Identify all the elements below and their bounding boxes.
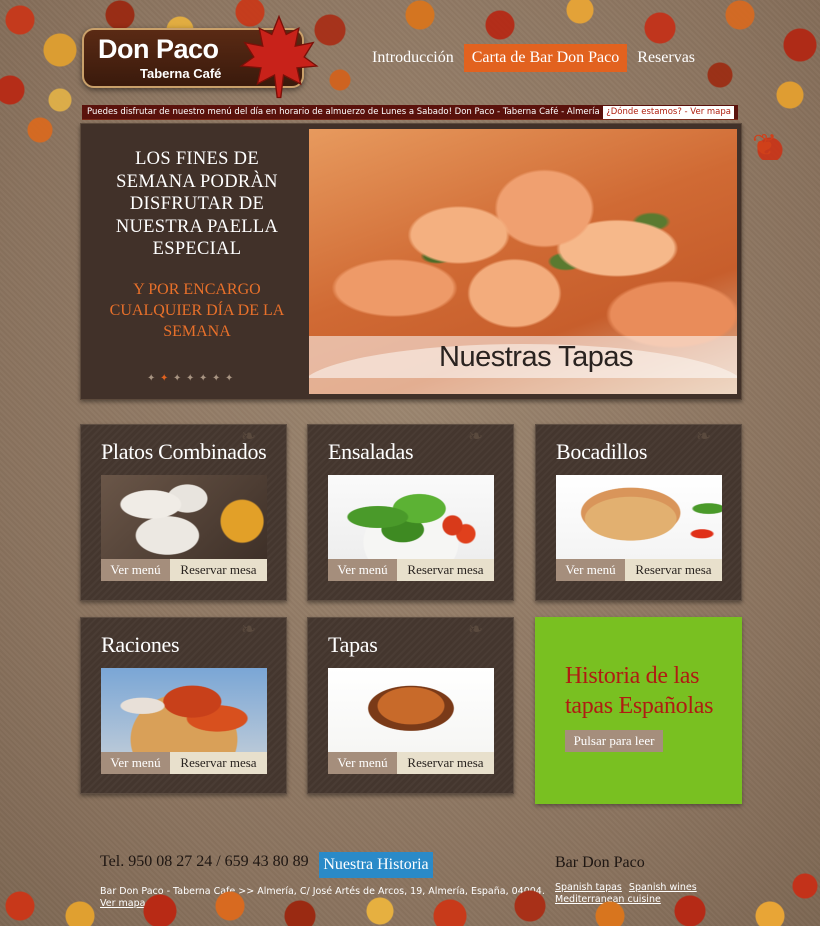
reservar-mesa-button[interactable]: Reservar mesa (170, 559, 267, 581)
hero-caption: Nuestras Tapas (309, 336, 737, 378)
address-text: Bar Don Paco - Taberna Cafe >> Almería, … (100, 886, 545, 897)
leaf-icon: ❧ (468, 426, 484, 446)
footer-brand: Bar Don Paco (555, 854, 645, 871)
slider-dot-active[interactable]: ✦ (160, 374, 170, 384)
card-ensaladas: ❧ Ensaladas Ver menú Reservar mesa (307, 424, 514, 601)
card-image[interactable] (101, 475, 267, 559)
card-image[interactable] (328, 475, 494, 559)
ver-menu-button[interactable]: Ver menú (328, 559, 397, 581)
footer-link-spanish-wines[interactable]: Spanish wines (629, 882, 697, 893)
slider-dot[interactable]: ✦ (225, 374, 235, 384)
ticker-text: Puedes disfrutar de nuestro menú del día… (87, 107, 600, 117)
pulsar-para-leer-button[interactable]: Pulsar para leer (565, 730, 663, 752)
phone-number: Tel. 950 08 27 24 / 659 43 80 89 (100, 853, 309, 870)
ver-menu-button[interactable]: Ver menú (101, 559, 170, 581)
slider-dots: ✦ ✦ ✦ ✦ ✦ ✦ ✦ (147, 374, 235, 384)
hero-headline: LOS FINES DE SEMANA PODRÀN DISFRUTAR DE … (115, 149, 279, 259)
slider-dot[interactable]: ✦ (199, 374, 209, 384)
reservar-mesa-button[interactable]: Reservar mesa (397, 559, 494, 581)
reservar-mesa-button[interactable]: Reservar mesa (625, 559, 722, 581)
nuestra-historia-button[interactable]: Nuestra Historia (319, 852, 433, 878)
logo-tagline: Taberna Café (140, 66, 222, 81)
footer-link-mediterranean-cuisine[interactable]: Mediterranean cuisine (555, 894, 661, 905)
card-title: Bocadillos (556, 439, 648, 464)
hero-photo-shrimp[interactable]: Nuestras Tapas (309, 129, 737, 394)
announcement-ticker: Puedes disfrutar de nuestro menú del día… (82, 105, 738, 120)
reservar-mesa-button[interactable]: Reservar mesa (397, 752, 494, 774)
card-title: Tapas (328, 632, 378, 657)
card-image[interactable] (556, 475, 722, 559)
where-link[interactable]: ¿Dónde estamos? - Ver mapa (603, 106, 734, 119)
maple-leaf-icon: ❦ (752, 129, 778, 162)
card-bocadillos: ❧ Bocadillos Ver menú Reservar mesa (535, 424, 742, 601)
footer-link-spanish-tapas[interactable]: Spanish tapas (555, 882, 622, 893)
card-platos-combinados: ❧ Platos Combinados Ver menú Reservar me… (80, 424, 287, 601)
card-image[interactable] (328, 668, 494, 752)
ver-menu-button[interactable]: Ver menú (101, 752, 170, 774)
historia-title: Historia de las tapas Españolas (565, 663, 714, 719)
logo[interactable]: Don Paco Taberna Café (82, 14, 319, 99)
nav-item-carta[interactable]: Carta de Bar Don Paco (463, 44, 628, 72)
card-image[interactable] (101, 668, 267, 752)
card-raciones: ❧ Raciones Ver menú Reservar mesa (80, 617, 287, 794)
slider-dot[interactable]: ✦ (212, 374, 222, 384)
nav-item-introduccion[interactable]: Introducción (364, 44, 462, 72)
reservar-mesa-button[interactable]: Reservar mesa (170, 752, 267, 774)
ver-mapa-link[interactable]: Ver mapa (100, 898, 145, 909)
card-title: Ensaladas (328, 439, 414, 464)
slider-dot[interactable]: ✦ (147, 374, 157, 384)
historia-promo: Historia de las tapas Españolas Pulsar p… (535, 617, 742, 804)
main-nav: Introducción Carta de Bar Don Paco Reser… (364, 44, 703, 72)
leaf-icon: ❧ (696, 426, 712, 446)
footer-links: Spanish tapas Spanish wines Mediterranea… (555, 882, 735, 906)
card-tapas: ❧ Tapas Ver menú Reservar mesa (307, 617, 514, 794)
nav-item-reservas[interactable]: Reservas (629, 44, 703, 72)
logo-title: Don Paco (98, 34, 219, 64)
leaf-icon: ❧ (241, 619, 257, 639)
card-title: Platos Combinados (101, 439, 267, 464)
slider-dot[interactable]: ✦ (173, 374, 183, 384)
ver-menu-button[interactable]: Ver menú (556, 559, 625, 581)
slider-dot[interactable]: ✦ (186, 374, 196, 384)
card-title: Raciones (101, 632, 180, 657)
hero-subline: Y POR ENCARGO CUALQUIER DÍA DE LA SEMANA (109, 281, 285, 340)
hero-slider: LOS FINES DE SEMANA PODRÀN DISFRUTAR DE … (80, 123, 742, 400)
ver-menu-button[interactable]: Ver menú (328, 752, 397, 774)
maple-leaf-icon (239, 14, 319, 99)
leaf-icon: ❧ (468, 619, 484, 639)
